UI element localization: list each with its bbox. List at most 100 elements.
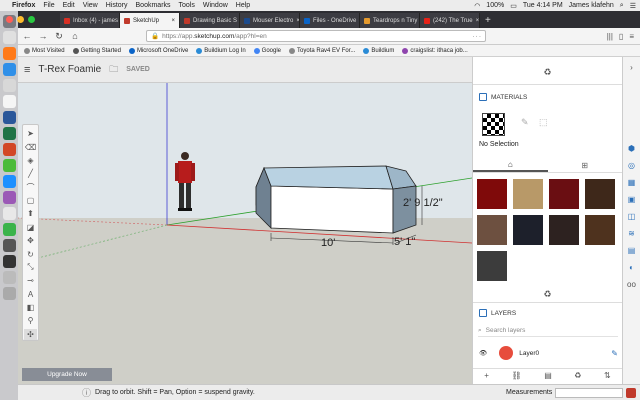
launchpad-icon[interactable] <box>3 31 16 44</box>
messages-icon[interactable] <box>3 223 16 236</box>
material-swatch[interactable] <box>476 178 508 210</box>
bookmark-google[interactable]: Google <box>254 48 281 54</box>
user-name[interactable]: James klafehn <box>569 2 614 9</box>
modeling-viewport[interactable]: 10' 2' 9 1/2" 5' 1" <box>18 83 472 384</box>
recycle-icon[interactable]: ♻ <box>473 67 622 78</box>
model-title[interactable]: T-Rex Foamie <box>38 64 101 75</box>
bookmark-craigslist[interactable]: craigslist: ithaca job... <box>402 48 467 54</box>
menu-icon[interactable]: ≡ <box>629 32 634 41</box>
tab-youtube[interactable]: (242) The True × <box>420 13 480 28</box>
add-layer-icon[interactable]: + <box>484 371 489 380</box>
menu-app-name[interactable]: Firefox <box>12 2 35 9</box>
shape-tool-icon[interactable]: ▢ <box>24 195 37 206</box>
purge-layers-icon[interactable]: ♻ <box>574 371 581 380</box>
menu-view[interactable]: View <box>83 2 98 9</box>
material-swatch[interactable] <box>476 250 508 282</box>
scenes-icon[interactable]: ▤ <box>626 244 638 256</box>
material-swatch[interactable] <box>512 214 544 246</box>
bookmark-buildium[interactable]: Buildium <box>363 48 394 54</box>
library-icon[interactable]: ||| <box>607 32 613 41</box>
tab-onedrive[interactable]: Files - OneDrive × <box>300 13 360 28</box>
facetime-icon[interactable] <box>3 159 16 172</box>
text-tool-icon[interactable]: A <box>24 289 37 300</box>
menu-edit[interactable]: Edit <box>63 2 75 9</box>
photos-icon[interactable] <box>3 207 16 220</box>
rotate-tool-icon[interactable]: ↻ <box>24 248 37 259</box>
sort-layers-icon[interactable]: ⇅ <box>604 371 611 380</box>
tab-mouser[interactable]: Mouser Electro × <box>240 13 300 28</box>
tab-teardrops[interactable]: Teardrops n Tiny × <box>360 13 420 28</box>
bookmark-getting-started[interactable]: Getting Started <box>73 48 121 54</box>
active-layer-pencil-icon[interactable]: ✎ <box>611 349 618 358</box>
materials-rail-icon[interactable]: ▣ <box>626 193 638 205</box>
bookmark-buildium-login[interactable]: Buildium Log In <box>196 48 245 54</box>
bookmark-onedrive[interactable]: Microsoft OneDrive <box>129 48 188 54</box>
minimize-window-icon[interactable] <box>17 16 24 23</box>
page-actions-icon[interactable]: ··· <box>473 33 486 40</box>
sample-material-icon[interactable]: ⬚ <box>539 117 548 128</box>
measurements-input[interactable] <box>555 388 623 398</box>
terminal-icon[interactable] <box>3 255 16 268</box>
material-swatch[interactable] <box>512 178 544 210</box>
safari-icon[interactable] <box>3 63 16 76</box>
styles-icon[interactable]: ◫ <box>626 210 638 222</box>
folder-icon[interactable]: 🗀 <box>109 62 118 78</box>
back-icon[interactable]: ← <box>22 31 32 41</box>
close-tab-icon[interactable]: × <box>476 18 480 24</box>
powerpoint-icon[interactable] <box>3 143 16 156</box>
material-swatch[interactable] <box>584 178 616 210</box>
trash-icon[interactable] <box>3 287 16 300</box>
upgrade-now-button[interactable]: Upgrade Now <box>22 368 112 381</box>
battery-percent[interactable]: 100% <box>486 2 504 9</box>
battery-icon[interactable]: ▭ <box>510 2 517 10</box>
section-tool-icon[interactable]: ◧ <box>24 302 37 313</box>
tab-browse-icon[interactable]: ⊞ <box>548 159 623 172</box>
eraser-tool-icon[interactable]: ⌫ <box>24 141 37 152</box>
material-swatch[interactable] <box>548 214 580 246</box>
forward-icon[interactable]: → <box>38 31 48 41</box>
calendar-icon[interactable] <box>3 95 16 108</box>
material-swatch[interactable] <box>584 214 616 246</box>
settings-icon[interactable] <box>3 239 16 252</box>
walk-tool-icon[interactable]: ⚲ <box>24 315 37 326</box>
scale-tool-icon[interactable]: ⤡ <box>24 262 37 273</box>
dimension-depth[interactable]: 5' 1" <box>394 236 415 248</box>
view-glasses-icon[interactable]: oo <box>626 278 638 290</box>
dimension-height[interactable]: 2' 9 1/2" <box>403 197 443 209</box>
hamburger-menu-icon[interactable]: ≡ <box>24 64 30 76</box>
menu-history[interactable]: History <box>106 2 128 9</box>
firefox-icon[interactable] <box>3 47 16 60</box>
recycle-materials-icon[interactable]: ♻ <box>473 289 622 300</box>
mail-icon[interactable] <box>3 79 16 92</box>
excel-icon[interactable] <box>3 127 16 140</box>
spotlight-icon[interactable]: ⌕ <box>620 2 624 10</box>
menu-file[interactable]: File <box>43 2 54 9</box>
layer-options-icon[interactable]: ⛓ <box>511 371 521 380</box>
tab-sketchup[interactable]: SketchUp × <box>120 13 180 28</box>
tab-in-model-icon[interactable]: ⌂ <box>473 159 548 172</box>
select-tool-icon[interactable]: ➤ <box>24 128 37 139</box>
close-tab-icon[interactable]: × <box>171 18 175 24</box>
paint-tool-icon[interactable]: ◈ <box>24 155 37 166</box>
layer-row[interactable]: 👁 Layer0 ✎ <box>473 342 622 364</box>
close-window-icon[interactable] <box>6 16 13 23</box>
itunes-icon[interactable] <box>3 191 16 204</box>
reload-icon[interactable]: ↻ <box>54 31 64 42</box>
clock[interactable]: Tue 4:14 PM <box>523 2 563 9</box>
display-icon[interactable]: ◐ <box>626 261 638 273</box>
menu-tools[interactable]: Tools <box>179 2 195 9</box>
tab-inbox[interactable]: Inbox (4) - james × <box>60 13 120 28</box>
layers-rail-icon[interactable]: ≋ <box>626 227 638 239</box>
material-swatch[interactable] <box>476 214 508 246</box>
panel-collapse-icon[interactable]: › <box>626 61 638 73</box>
materials-header[interactable]: MATERIALS <box>473 93 622 101</box>
orbit-tool-icon[interactable]: ✣ <box>24 329 37 340</box>
components-icon[interactable]: ▦ <box>626 176 638 188</box>
url-bar[interactable]: 🔒 https://app.sketchup.com/app?hl=en ··· <box>146 30 486 42</box>
menu-bookmarks[interactable]: Bookmarks <box>136 2 171 9</box>
menu-window[interactable]: Window <box>203 2 228 9</box>
notification-icon[interactable]: ☰ <box>630 2 636 10</box>
offset-tool-icon[interactable]: ◪ <box>24 222 37 233</box>
tab-drawing-basic[interactable]: Drawing Basic S × <box>180 13 240 28</box>
eye-icon[interactable]: 👁 <box>479 349 487 357</box>
